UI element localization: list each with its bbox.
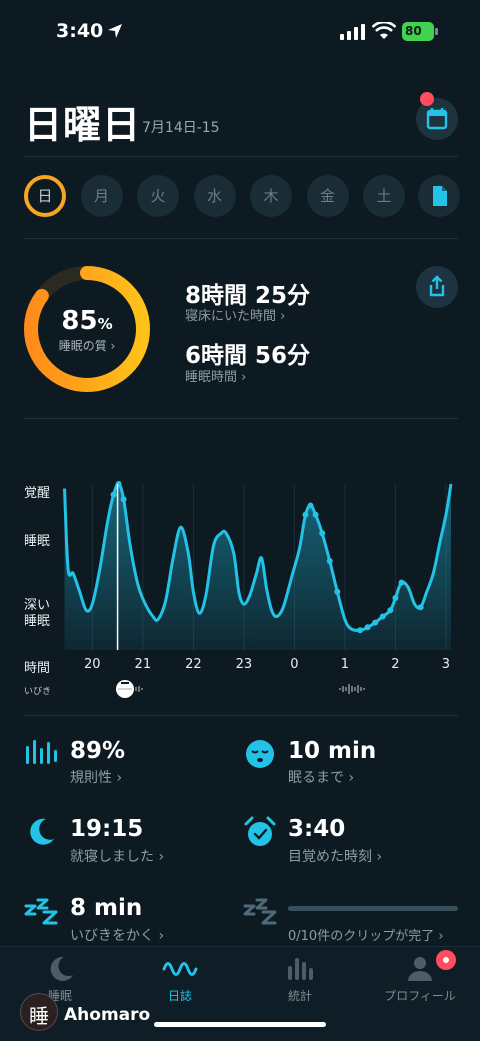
snore-event-point xyxy=(392,594,399,601)
day-chip[interactable]: 木 xyxy=(250,175,292,217)
status-time: 3:40 xyxy=(56,20,104,42)
x-tick-label: 21 xyxy=(134,657,152,672)
day-chip[interactable]: 金 xyxy=(306,175,349,217)
snoring-value: 8 min xyxy=(70,895,143,921)
tab-sleep-moon-icon[interactable] xyxy=(44,954,76,984)
regularity-value: 89% xyxy=(70,738,126,764)
day-chip[interactable]: 日 xyxy=(24,175,66,217)
share-button[interactable] xyxy=(416,266,458,308)
clips-link[interactable]: 0/10件のクリップが完了 › xyxy=(288,925,444,944)
divider xyxy=(24,238,458,239)
divider xyxy=(24,715,458,716)
tab-journal-wave-icon[interactable] xyxy=(162,956,198,982)
snore-event-point xyxy=(379,613,386,620)
moon-icon xyxy=(30,818,54,845)
time-to-sleep-value: 10 min xyxy=(288,738,377,764)
tab-profile[interactable]: プロフィール xyxy=(370,987,470,1004)
sleep-time-link[interactable]: 睡眠時間 › xyxy=(185,366,246,385)
page-title: 日曜日 xyxy=(24,103,142,147)
bedtime-value: 19:15 xyxy=(70,816,144,842)
divider xyxy=(24,156,458,157)
x-axis-label: 時間 xyxy=(24,661,51,676)
time-to-sleep-link[interactable]: 眠るまで › xyxy=(288,767,354,787)
snore-event-point xyxy=(357,627,364,634)
x-tick-label: 20 xyxy=(84,657,101,672)
day-chip[interactable]: 水 xyxy=(193,175,236,217)
snore-event-point xyxy=(302,511,309,518)
alarm-clock-icon xyxy=(244,816,276,846)
snore-event-point xyxy=(364,624,371,631)
document-icon xyxy=(433,186,447,206)
sleep-time-value: 6時間 56分 xyxy=(185,343,311,369)
wake-time-value: 3:40 xyxy=(288,816,346,842)
tab-journal[interactable]: 日誌 xyxy=(140,987,220,1004)
bars-icon xyxy=(26,740,57,764)
day-chip[interactable]: 土 xyxy=(363,175,405,217)
sleepy-face-icon xyxy=(246,740,274,768)
tab-stats-bars-icon[interactable] xyxy=(286,954,314,982)
day-chip[interactable]: 火 xyxy=(137,175,179,217)
sleep-quality-label[interactable]: 睡眠の質 › xyxy=(22,337,152,354)
snore-row-label: いびき xyxy=(24,687,52,697)
regularity-link[interactable]: 規則性 › xyxy=(70,767,122,787)
week-selector: 日月火水木金土 xyxy=(24,175,460,219)
cellular-signal-icon xyxy=(340,24,365,40)
x-tick-label: 0 xyxy=(290,657,299,672)
tab-profile-person-icon[interactable] xyxy=(406,954,436,982)
tab-stats[interactable]: 統計 xyxy=(260,987,340,1004)
watermark-seal: 睡 xyxy=(20,993,58,1031)
snore-event-point xyxy=(312,511,319,518)
x-tick-label: 22 xyxy=(185,657,202,672)
snore-event-point xyxy=(115,481,122,487)
clips-progress-bar xyxy=(288,906,458,911)
notification-badge xyxy=(420,92,434,106)
snore-event-point xyxy=(326,558,333,564)
snore-event-point xyxy=(398,579,405,586)
snoring-link[interactable]: いびきをかく › xyxy=(70,925,164,945)
snore-zzz-dim-icon xyxy=(243,898,277,925)
snore-event-point xyxy=(372,619,379,626)
x-tick-label: 3 xyxy=(441,657,451,672)
snore-waveform-icon[interactable] xyxy=(338,682,368,696)
home-indicator[interactable] xyxy=(154,1022,326,1027)
x-tick-label: 23 xyxy=(235,657,253,672)
watermark-text: Ahomaro xyxy=(64,1005,151,1025)
wifi-icon xyxy=(372,22,396,39)
date-range: 7月14日-15 xyxy=(142,120,220,136)
battery-indicator: 80 xyxy=(402,22,434,41)
x-tick-label: 2 xyxy=(391,657,400,672)
profile-notification-badge xyxy=(436,950,456,970)
time-in-bed-link[interactable]: 寝床にいた時間 › xyxy=(185,305,285,324)
snore-zzz-icon xyxy=(24,898,58,925)
location-arrow-icon xyxy=(108,24,122,38)
snore-event-point xyxy=(417,604,424,611)
sleep-quality-value: 85% xyxy=(61,306,113,336)
battery-cap xyxy=(435,28,438,35)
sleep-hypnogram[interactable] xyxy=(0,470,480,710)
wake-time-link[interactable]: 目覚めた時刻 › xyxy=(288,846,382,866)
snore-event-point xyxy=(307,502,314,509)
notes-button[interactable] xyxy=(418,175,460,217)
divider xyxy=(24,418,458,419)
snore-event-point xyxy=(387,607,394,614)
snore-event-point xyxy=(120,496,127,503)
snore-event-point xyxy=(319,530,326,537)
snore-event-point xyxy=(334,588,341,595)
snore-marker-icon[interactable] xyxy=(112,678,146,700)
x-tick-label: 1 xyxy=(340,657,350,672)
day-chip[interactable]: 月 xyxy=(80,175,123,217)
snore-event-point xyxy=(110,491,117,498)
share-icon xyxy=(429,275,445,297)
bedtime-link[interactable]: 就寝しました › xyxy=(70,846,164,866)
